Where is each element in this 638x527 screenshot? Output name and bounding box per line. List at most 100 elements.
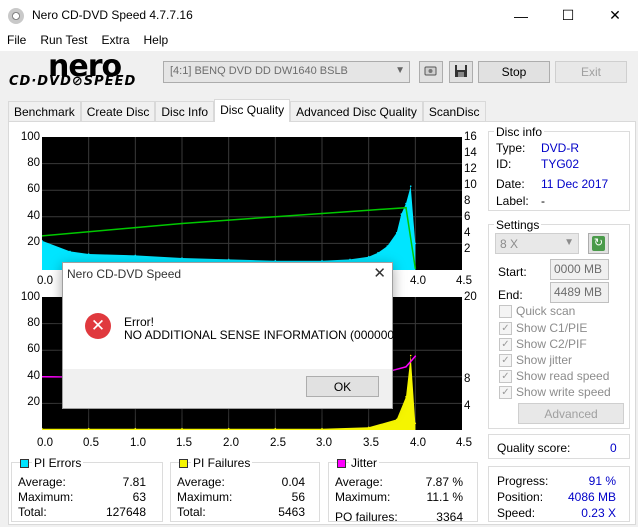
field-label: Start: xyxy=(498,265,527,279)
save-icon xyxy=(454,64,468,81)
y2-tick: 8 xyxy=(464,373,471,385)
progress-value: 91 % xyxy=(588,474,616,488)
refresh-speed-button[interactable]: ↻ xyxy=(588,233,609,254)
data-point xyxy=(181,427,183,430)
pi-errors-average: 7.81 xyxy=(122,475,146,489)
window-title: Nero CD-DVD Speed 4.7.7.16 xyxy=(32,8,193,22)
pi-errors-chart xyxy=(42,137,462,270)
tab-create-disc[interactable]: Create Disc xyxy=(80,101,156,121)
data-point xyxy=(321,212,323,215)
pi-errors-title: PI Errors xyxy=(32,456,84,470)
y-tick: 80 xyxy=(27,157,40,169)
dialog-message: NO ADDITIONAL SENSE INFORMATION (000000) xyxy=(124,328,399,342)
show-jitter-checkbox[interactable]: ✓ Show jitter xyxy=(499,353,572,367)
x-tick: 3.0 xyxy=(316,437,332,449)
advanced-button[interactable]: Advanced xyxy=(518,403,624,424)
title-bar: Nero CD-DVD Speed 4.7.7.16 — ☐ ✕ xyxy=(0,0,638,31)
eject-button[interactable] xyxy=(419,61,443,83)
y-tick: 60 xyxy=(27,183,40,195)
data-point xyxy=(87,253,90,255)
x-tick: 4.5 xyxy=(456,275,472,287)
close-button[interactable]: ✕ xyxy=(592,0,638,31)
checkmark-icon: ✓ xyxy=(499,321,512,335)
drive-select[interactable]: [4:1] BENQ DVD DD DW1640 BSLB ▼ xyxy=(163,61,410,83)
x-tick: 0.5 xyxy=(83,437,99,449)
stat-label: PO failures: xyxy=(335,510,398,524)
disc-info-title: Disc info xyxy=(494,125,545,139)
checkmark-icon: ✓ xyxy=(499,369,512,383)
menu-help[interactable]: Help xyxy=(137,31,176,51)
y2-tick: 16 xyxy=(464,131,477,143)
quick-scan-checkbox[interactable]: Quick scan xyxy=(499,304,575,318)
stat-label: Average: xyxy=(335,475,383,489)
y-tick: 40 xyxy=(27,370,40,382)
data-point xyxy=(414,355,417,357)
speed-select[interactable]: 8 X ▼ xyxy=(495,233,579,254)
show-read-speed-checkbox[interactable]: ✓ Show read speed xyxy=(499,369,609,383)
menu-run-test[interactable]: Run Test xyxy=(33,31,94,51)
chevron-down-icon: ▼ xyxy=(564,237,574,248)
show-write-speed-checkbox[interactable]: ✓ Show write speed xyxy=(499,385,611,399)
settings-title: Settings xyxy=(494,218,542,232)
checkbox-label: Show jitter xyxy=(516,353,573,367)
field-label: Type: xyxy=(496,141,526,155)
minimize-button[interactable]: — xyxy=(498,0,544,31)
maximize-button[interactable]: ☐ xyxy=(545,0,591,31)
y2-tick: 4 xyxy=(464,227,471,239)
speed-value: 0.23 X xyxy=(581,506,616,520)
field-label: Date: xyxy=(496,177,525,191)
po-failures: 3364 xyxy=(436,510,463,524)
x-tick: 0.0 xyxy=(37,437,53,449)
data-point xyxy=(405,396,407,398)
field-label: ID: xyxy=(496,157,512,171)
save-button[interactable] xyxy=(449,61,473,83)
data-point xyxy=(414,267,417,270)
menu-bar: File Run Test Extra Help xyxy=(0,31,638,51)
tab-disc-quality[interactable]: Disc Quality xyxy=(214,99,291,122)
ok-button[interactable]: OK xyxy=(306,376,379,397)
y2-tick: 4 xyxy=(464,400,471,412)
checkmark-icon: ✓ xyxy=(499,385,512,399)
tab-disc-info[interactable]: Disc Info xyxy=(155,101,215,121)
end-input[interactable]: 4489 MB xyxy=(550,282,609,303)
jitter-title: Jitter xyxy=(349,456,380,470)
dialog-close-button[interactable]: ✕ xyxy=(373,264,386,282)
x-tick: 0.0 xyxy=(37,275,53,287)
x-tick: 4.0 xyxy=(410,275,426,287)
exit-button[interactable]: Exit xyxy=(555,61,627,83)
data-point xyxy=(405,202,407,205)
data-point xyxy=(377,251,379,254)
data-point xyxy=(400,213,403,215)
start-input[interactable]: 0000 MB xyxy=(550,259,609,280)
stat-label: Maximum: xyxy=(18,490,74,504)
pi-errors-swatch xyxy=(20,459,29,468)
menu-file[interactable]: File xyxy=(0,31,33,51)
tab-strip: Benchmark Create Disc Disc Info Disc Qua… xyxy=(8,99,486,122)
stop-button[interactable]: Stop xyxy=(478,61,550,83)
checkmark-icon: ✓ xyxy=(499,353,512,367)
tab-scandisc[interactable]: ScanDisc xyxy=(422,101,486,121)
tab-advanced-disc-quality[interactable]: Advanced Disc Quality xyxy=(290,101,423,121)
error-icon: ✕ xyxy=(85,313,111,339)
data-point xyxy=(367,255,370,258)
pi-failures-average: 0.04 xyxy=(281,475,305,489)
drive-select-value: [4:1] BENQ DVD DD DW1640 BSLB xyxy=(170,65,348,77)
pi-errors-stats: PI Errors Average: 7.81 Maximum: 63 Tota… xyxy=(11,456,163,522)
data-point xyxy=(414,242,417,245)
data-point xyxy=(395,418,398,421)
show-c2-pif-checkbox[interactable]: ✓ Show C2/PIF xyxy=(499,337,587,351)
tab-benchmark[interactable]: Benchmark xyxy=(8,101,81,121)
position-label: Position: xyxy=(497,490,544,504)
stat-label: Maximum: xyxy=(335,490,391,504)
x-tick: 1.0 xyxy=(130,437,146,449)
show-c1-pie-checkbox[interactable]: ✓ Show C1/PIE xyxy=(499,321,587,335)
disc-date-value: 11 Dec 2017 xyxy=(541,177,609,191)
data-point xyxy=(395,232,398,234)
field-label: Label: xyxy=(496,194,529,208)
stat-label: Maximum: xyxy=(177,490,233,504)
x-tick: 2.5 xyxy=(270,437,286,449)
menu-extra[interactable]: Extra xyxy=(94,31,136,51)
x-tick: 4.5 xyxy=(456,437,472,449)
pi-failures-total: 5463 xyxy=(278,505,305,519)
drive-eject-icon xyxy=(423,64,439,81)
